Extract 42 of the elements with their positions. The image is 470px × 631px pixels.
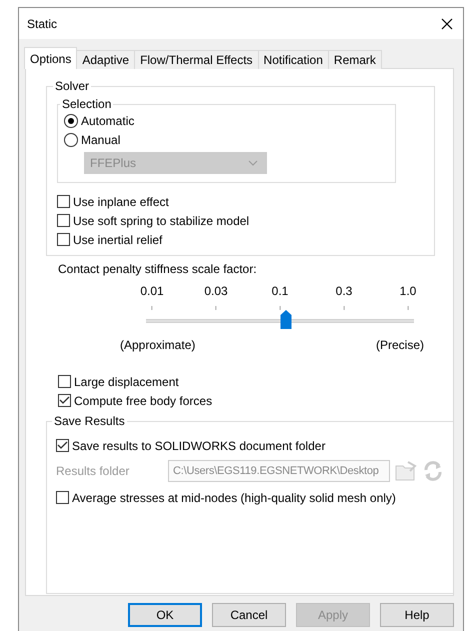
dialog-button[interactable]: Cancel bbox=[212, 603, 286, 627]
checkbox-label[interactable]: Average stresses at mid-nodes (high-quality solid mesh only) bbox=[72, 490, 396, 504]
radio-button[interactable] bbox=[64, 132, 78, 146]
slider-thumb[interactable] bbox=[280, 310, 292, 329]
window-title: Static bbox=[27, 16, 58, 30]
tick-label: 0.03 bbox=[204, 284, 228, 298]
checkbox[interactable] bbox=[56, 491, 69, 504]
checkbox-label[interactable]: Compute free body forces bbox=[74, 394, 212, 408]
tab[interactable]: Notification bbox=[258, 50, 329, 69]
checkbox-label[interactable]: Large displacement bbox=[74, 374, 179, 388]
radio-label[interactable]: Automatic bbox=[81, 114, 134, 128]
dialog-button[interactable]: OK bbox=[128, 603, 202, 627]
checkbox-label[interactable]: Use inertial relief bbox=[73, 232, 162, 246]
checkbox[interactable] bbox=[58, 375, 71, 388]
group-title: Save Results bbox=[53, 414, 126, 428]
tab[interactable]: Options bbox=[24, 47, 78, 69]
radio-label[interactable]: Manual bbox=[81, 132, 120, 146]
tab[interactable]: Remark bbox=[328, 50, 382, 69]
tick-label: 0.3 bbox=[336, 284, 352, 298]
close-icon[interactable] bbox=[441, 18, 453, 30]
tick-label: 0.1 bbox=[272, 284, 288, 298]
tab[interactable]: Flow/Thermal Effects bbox=[134, 50, 259, 69]
tick-label: 0.01 bbox=[140, 284, 164, 298]
checkbox[interactable] bbox=[57, 214, 70, 227]
checkbox[interactable] bbox=[56, 439, 69, 452]
chevron-icon bbox=[248, 160, 258, 166]
slider-min-label: (Approximate) bbox=[120, 338, 196, 352]
checkbox-label[interactable]: Use soft spring to stabilize model bbox=[73, 214, 250, 228]
tick-label: 1.0 bbox=[400, 284, 416, 298]
slider-label: Contact penalty stiffness scale factor: bbox=[58, 262, 257, 276]
checkbox[interactable] bbox=[57, 233, 70, 246]
field-label: Results folder bbox=[56, 464, 130, 478]
checkbox[interactable] bbox=[58, 394, 71, 407]
radio-button[interactable] bbox=[64, 114, 78, 128]
checkbox-label[interactable]: Use inplane effect bbox=[73, 194, 169, 208]
group-title: Solver bbox=[54, 79, 90, 93]
dialog-button[interactable]: Help bbox=[380, 603, 454, 627]
checkbox[interactable] bbox=[57, 195, 70, 208]
group-title: Selection bbox=[61, 97, 112, 111]
tab[interactable]: Adaptive bbox=[76, 50, 136, 69]
checkbox-label[interactable]: Save results to SOLIDWORKS document folder bbox=[72, 438, 326, 452]
slider-max-label: (Precise) bbox=[376, 338, 424, 352]
